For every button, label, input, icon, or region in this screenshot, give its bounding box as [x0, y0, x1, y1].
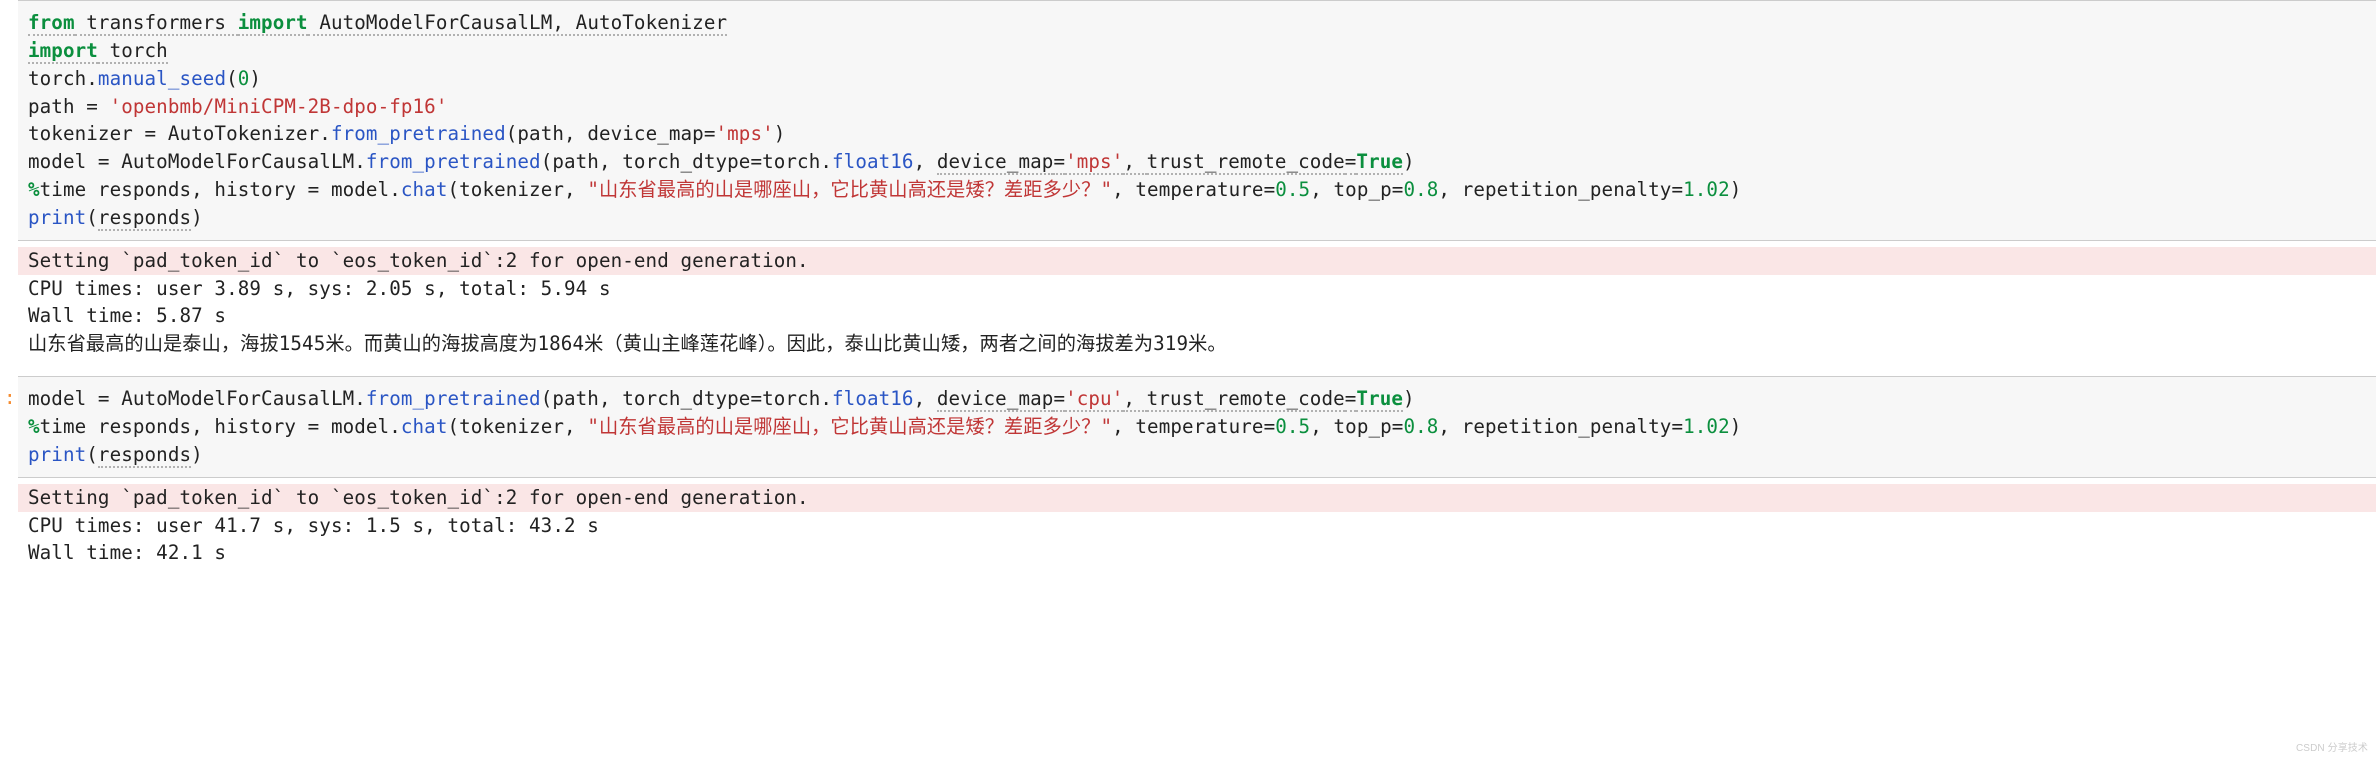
number-literal: 0.8 [1403, 178, 1438, 201]
string-literal: 'openbmb/MiniCPM-2B-dpo-fp16' [110, 95, 448, 118]
code-text: torch. [28, 67, 98, 90]
number-literal: 0.8 [1403, 415, 1438, 438]
function-call: chat [401, 178, 448, 201]
string-literal: 'cpu' [1065, 387, 1123, 412]
output-area: Setting `pad_token_id` to `eos_token_id`… [18, 241, 2376, 366]
code-line[interactable]: torch.manual_seed(0) [28, 65, 2366, 93]
function-call: print [28, 206, 86, 229]
code-line[interactable]: print(responds) [28, 441, 2366, 469]
input-prompt-icon: : [4, 384, 16, 412]
variable: responds [98, 443, 191, 468]
function-call: from_pretrained [366, 387, 541, 410]
code-input-1[interactable]: from transformers import AutoModelForCau… [18, 0, 2376, 241]
watermark: CSDN 分享技术 [2296, 742, 2368, 757]
stdout-line: Wall time: 42.1 s [28, 539, 2366, 567]
keyword-from: from [28, 11, 75, 36]
stdout-line: Wall time: 5.87 s [28, 302, 2366, 330]
function-call: from_pretrained [331, 122, 506, 145]
stderr-line: Setting `pad_token_id` to `eos_token_id`… [18, 484, 2376, 512]
keyword-import: import [28, 39, 98, 64]
number-literal: 0 [238, 67, 250, 90]
code-input-2[interactable]: model = AutoModelForCausalLM.from_pretra… [18, 376, 2376, 478]
function-call: manual_seed [98, 67, 226, 90]
magic-command: % [28, 415, 40, 438]
module-name: transformers [75, 11, 238, 36]
string-literal: "山东省最高的山是哪座山，它比黄山高还是矮？差距多少？" [587, 415, 1112, 438]
stdout-line: 山东省最高的山是泰山，海拔1545米。而黄山的海拔高度为1864米（黄山主峰莲花… [28, 330, 2366, 358]
stdout-line: CPU times: user 3.89 s, sys: 2.05 s, tot… [28, 275, 2366, 303]
function-call: from_pretrained [366, 150, 541, 173]
keyword-import: import [238, 11, 308, 36]
function-call: print [28, 443, 86, 466]
code-line[interactable]: model = AutoModelForCausalLM.from_pretra… [28, 385, 2366, 413]
output-cell-1: Setting `pad_token_id` to `eos_token_id`… [0, 241, 2376, 366]
code-cell-1[interactable]: from transformers import AutoModelForCau… [0, 0, 2376, 241]
boolean-literal: True [1356, 150, 1403, 175]
number-literal: 1.02 [1683, 415, 1730, 438]
code-line[interactable]: %time responds, history = model.chat(tok… [28, 176, 2366, 204]
code-line[interactable]: from transformers import AutoModelForCau… [28, 9, 2366, 37]
code-line[interactable]: import torch [28, 37, 2366, 65]
number-literal: 0.5 [1275, 178, 1310, 201]
stdout-line: CPU times: user 41.7 s, sys: 1.5 s, tota… [28, 512, 2366, 540]
code-line[interactable]: print(responds) [28, 204, 2366, 232]
function-call: chat [401, 415, 448, 438]
import-items: AutoModelForCausalLM, AutoTokenizer [308, 11, 727, 36]
number-literal: 1.02 [1683, 178, 1730, 201]
magic-command: % [28, 178, 40, 201]
code-line[interactable]: %time responds, history = model.chat(tok… [28, 413, 2366, 441]
stderr-line: Setting `pad_token_id` to `eos_token_id`… [18, 247, 2376, 275]
code-line[interactable]: tokenizer = AutoTokenizer.from_pretraine… [28, 120, 2366, 148]
string-literal: 'mps' [716, 122, 774, 145]
variable: responds [98, 206, 191, 231]
number-literal: 0.5 [1275, 415, 1310, 438]
string-literal: 'mps' [1065, 150, 1123, 175]
boolean-literal: True [1356, 387, 1403, 412]
output-area: Setting `pad_token_id` to `eos_token_id`… [18, 478, 2376, 576]
module-name: torch [98, 39, 168, 64]
code-line[interactable]: path = 'openbmb/MiniCPM-2B-dpo-fp16' [28, 93, 2366, 121]
string-literal: "山东省最高的山是哪座山，它比黄山高还是矮？差距多少？" [587, 178, 1112, 201]
output-cell-2: Setting `pad_token_id` to `eos_token_id`… [0, 478, 2376, 576]
code-line[interactable]: model = AutoModelForCausalLM.from_pretra… [28, 148, 2366, 176]
code-cell-2[interactable]: : model = AutoModelForCausalLM.from_pret… [0, 376, 2376, 478]
